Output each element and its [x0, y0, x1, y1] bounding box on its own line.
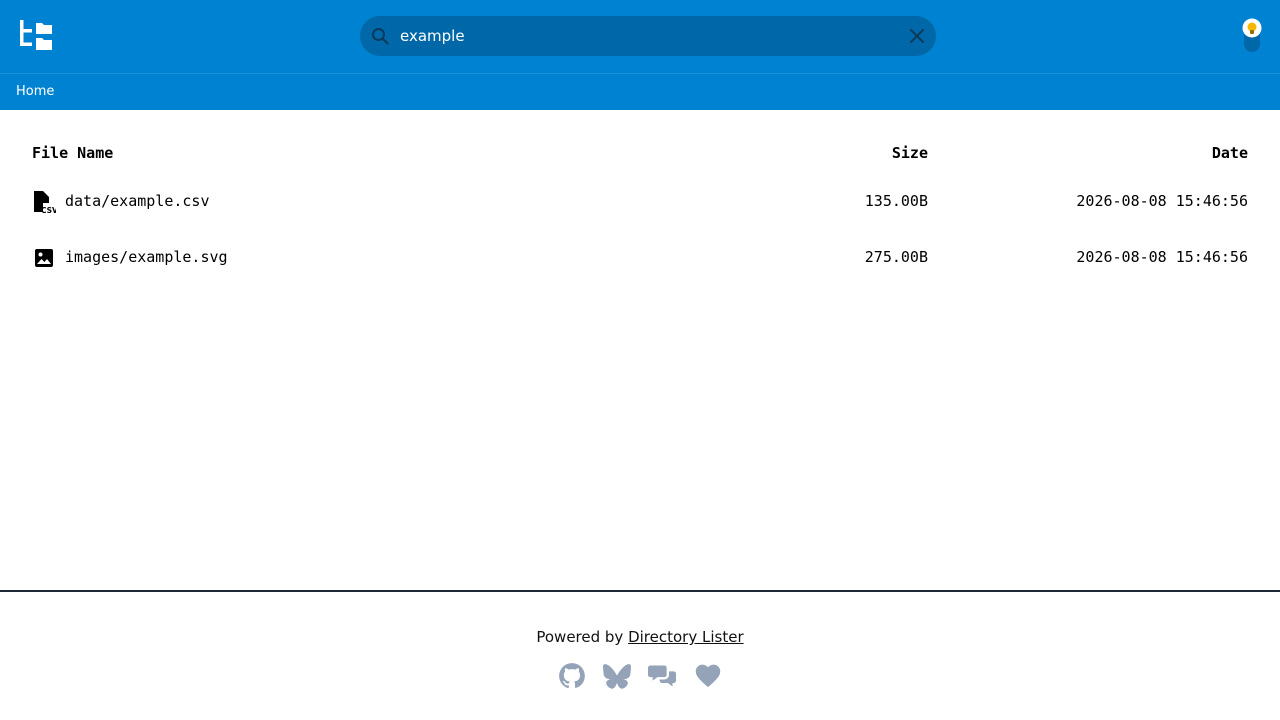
home-logo-link[interactable] — [20, 20, 54, 52]
social-links — [556, 662, 724, 692]
header-file-name[interactable]: File Name — [32, 144, 113, 162]
heart-icon[interactable] — [694, 662, 722, 690]
powered-by: Powered by Directory Lister — [0, 628, 1280, 646]
file-date: 2026-08-08 15:46:56 — [1076, 248, 1248, 266]
theme-toggle-button[interactable] — [1240, 17, 1264, 57]
footer: Powered by Directory Lister — [0, 590, 1280, 720]
listing-header: File Name Size Date — [32, 130, 1248, 178]
image-icon — [35, 249, 53, 267]
chat-icon[interactable] — [648, 662, 676, 690]
search-box — [360, 16, 936, 56]
directory-tree-icon — [20, 20, 52, 50]
file-size: 275.00B — [864, 248, 928, 266]
powered-by-text: Powered by — [536, 628, 624, 646]
file-listing: File Name Size Date CSV data/example.csv… — [32, 130, 1248, 290]
file-csv-icon: CSV — [34, 191, 56, 214]
svg-text:CSV: CSV — [41, 206, 56, 214]
bluesky-icon[interactable] — [603, 662, 631, 690]
clear-search-icon[interactable] — [908, 27, 926, 45]
search-input[interactable] — [400, 16, 890, 56]
header — [0, 0, 1280, 73]
table-row[interactable]: images/example.svg 275.00B 2026-08-08 15… — [32, 234, 1248, 290]
file-name[interactable]: data/example.csv — [65, 192, 210, 210]
lightbulb-icon — [1242, 18, 1262, 52]
file-size: 135.00B — [864, 192, 928, 210]
directory-lister-link[interactable]: Directory Lister — [628, 628, 744, 646]
header-size[interactable]: Size — [892, 144, 928, 162]
table-row[interactable]: CSV data/example.csv 135.00B 2026-08-08 … — [32, 178, 1248, 234]
github-icon[interactable] — [558, 662, 586, 690]
breadcrumb-home[interactable]: Home — [16, 84, 54, 99]
file-date: 2026-08-08 15:46:56 — [1076, 192, 1248, 210]
breadcrumb: Home — [0, 73, 1280, 110]
file-name[interactable]: images/example.svg — [65, 248, 228, 266]
header-date[interactable]: Date — [1212, 144, 1248, 162]
search-icon — [372, 28, 389, 45]
